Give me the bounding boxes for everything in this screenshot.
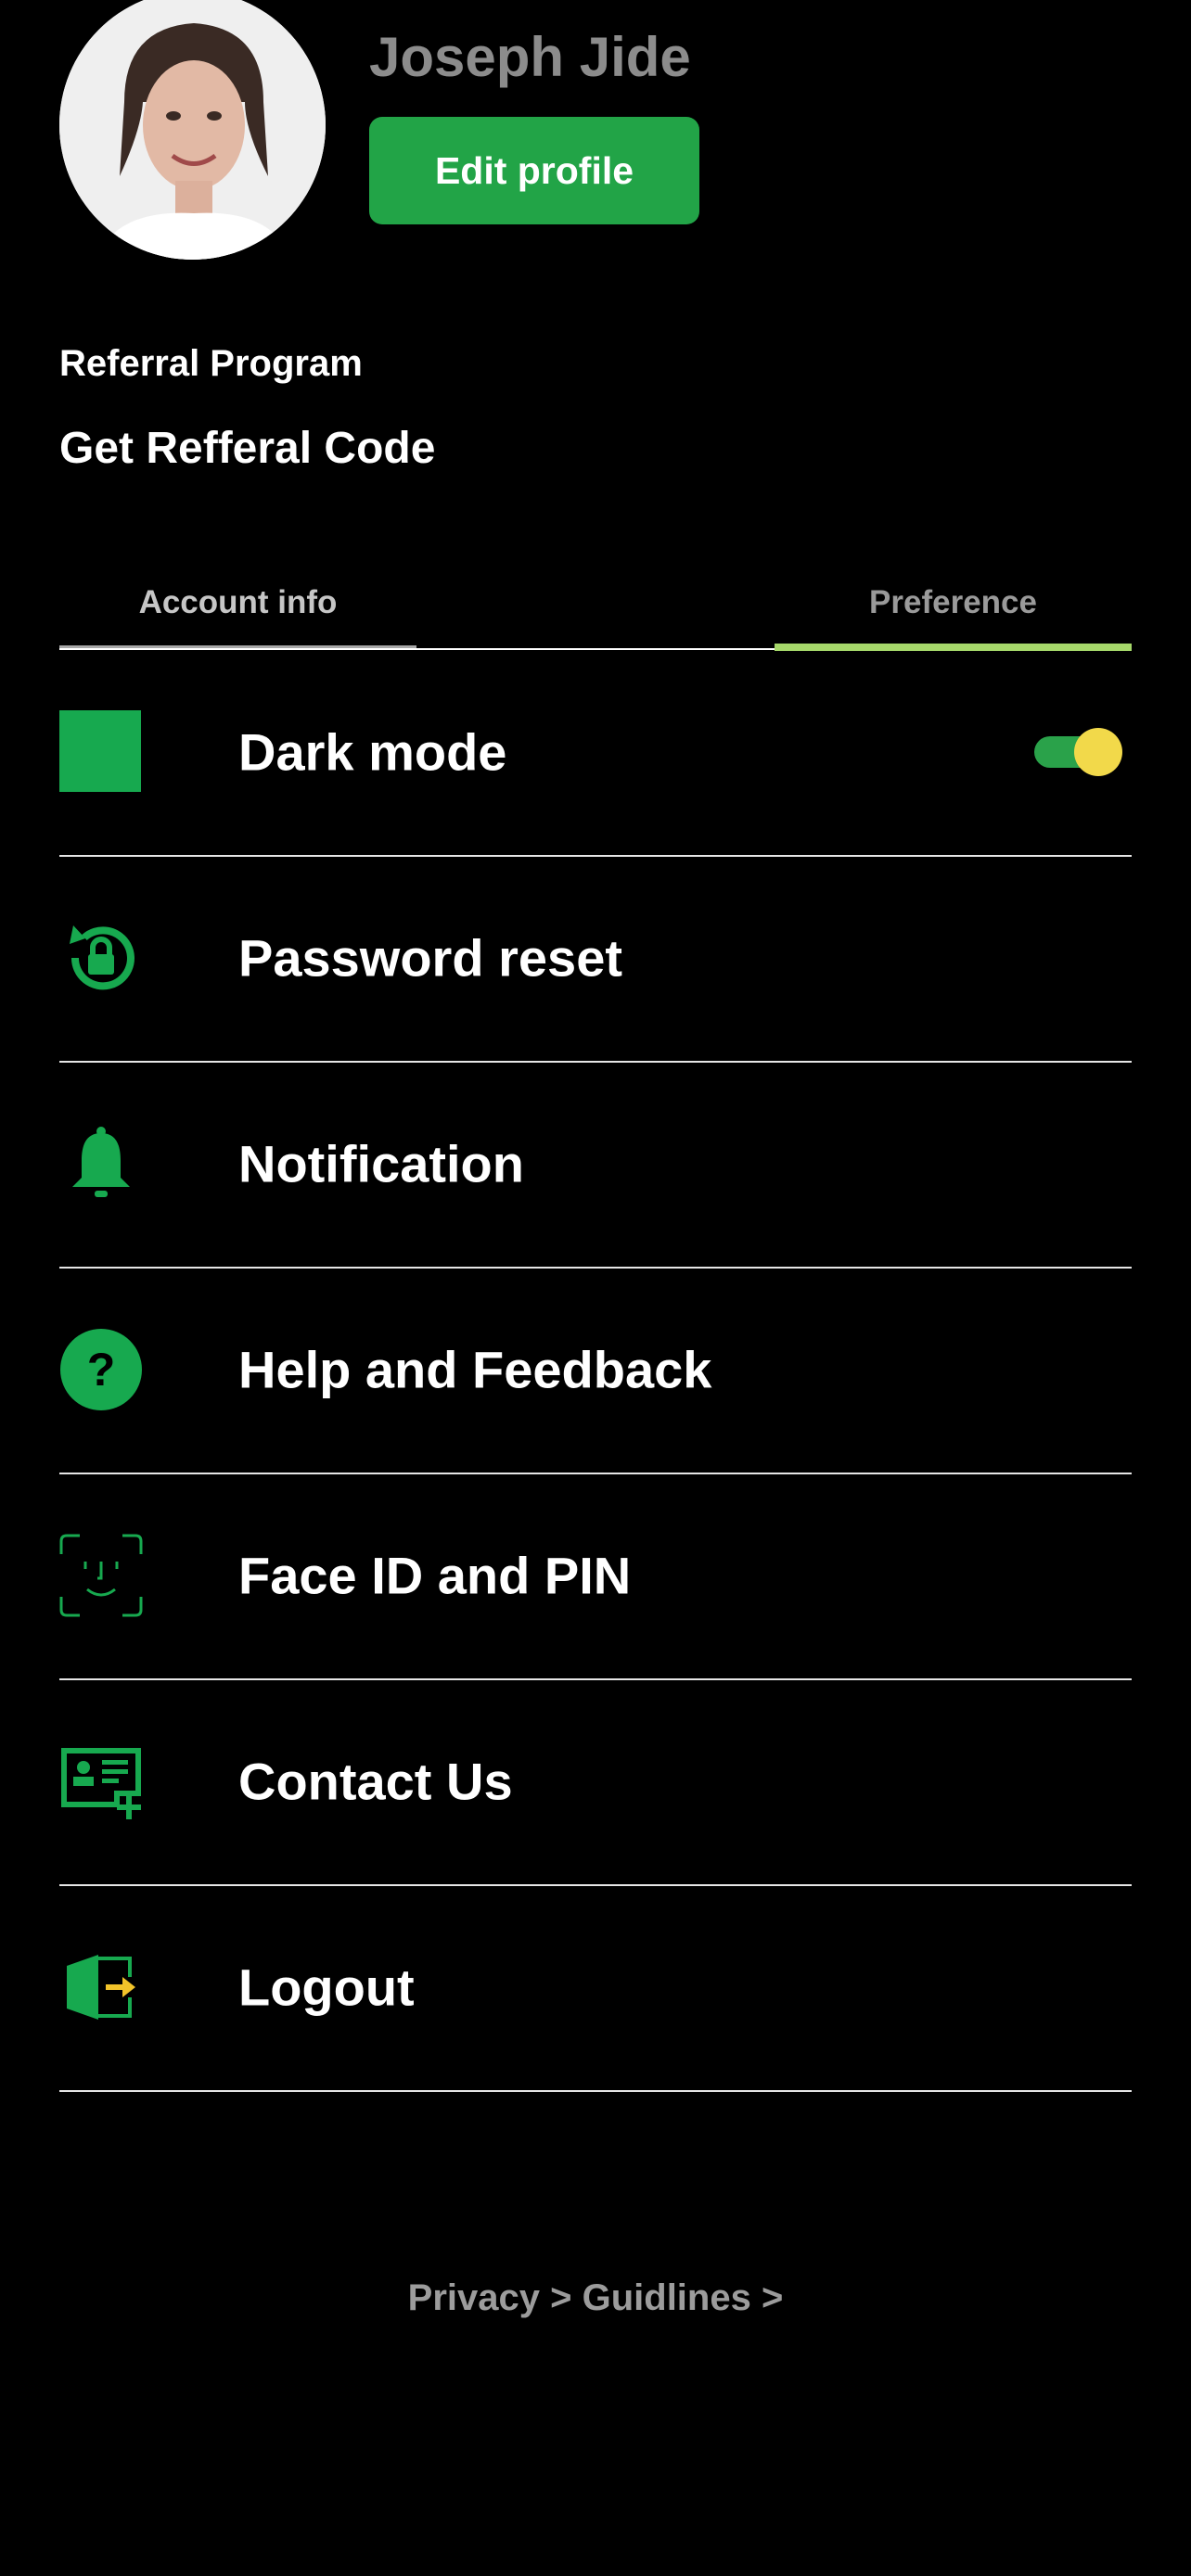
square-icon	[59, 710, 143, 794]
settings-item-password-reset[interactable]: Password reset	[59, 855, 1132, 1063]
settings-item-label: Notification	[238, 1134, 524, 1193]
settings-item-notification[interactable]: Notification	[59, 1061, 1132, 1269]
tab-account-underline	[59, 645, 416, 648]
settings-item-contact-us[interactable]: Contact Us	[59, 1678, 1132, 1886]
tab-preference[interactable]: Preference	[775, 556, 1132, 649]
avatar[interactable]	[59, 0, 326, 260]
dark-mode-toggle[interactable]	[1034, 728, 1122, 776]
settings-item-face-id-pin[interactable]: Face ID and PIN	[59, 1473, 1132, 1680]
profile-name: Joseph Jide	[369, 26, 691, 88]
toggle-knob	[1074, 728, 1122, 776]
settings-item-label: Logout	[238, 1958, 415, 2017]
settings-item-label: Contact Us	[238, 1752, 513, 1811]
lock-reset-icon	[59, 916, 143, 1000]
help-icon: ?	[59, 1328, 143, 1411]
footer-links[interactable]: Privacy > Guidlines >	[0, 2277, 1191, 2319]
settings-item-label: Dark mode	[238, 722, 507, 782]
get-referral-code-link[interactable]: Get Refferal Code	[59, 423, 435, 474]
tab-account-info[interactable]: Account info	[59, 556, 416, 649]
settings-item-logout[interactable]: Logout	[59, 1884, 1132, 2092]
settings-item-label: Face ID and PIN	[238, 1546, 632, 1605]
referral-title: Referral Program	[59, 343, 363, 384]
tab-bar: Account info Preference	[59, 556, 1132, 651]
logout-icon	[59, 1945, 143, 2029]
edit-profile-button[interactable]: Edit profile	[369, 117, 699, 224]
bell-icon	[59, 1122, 143, 1205]
settings-item-label: Password reset	[238, 928, 622, 988]
settings-item-dark-mode[interactable]: Dark mode	[59, 649, 1132, 857]
face-id-icon	[59, 1534, 143, 1617]
settings-item-help-feedback[interactable]: ? Help and Feedback	[59, 1267, 1132, 1474]
settings-item-label: Help and Feedback	[238, 1340, 712, 1399]
contact-card-icon	[59, 1740, 143, 1823]
svg-text:?: ?	[87, 1344, 116, 1396]
